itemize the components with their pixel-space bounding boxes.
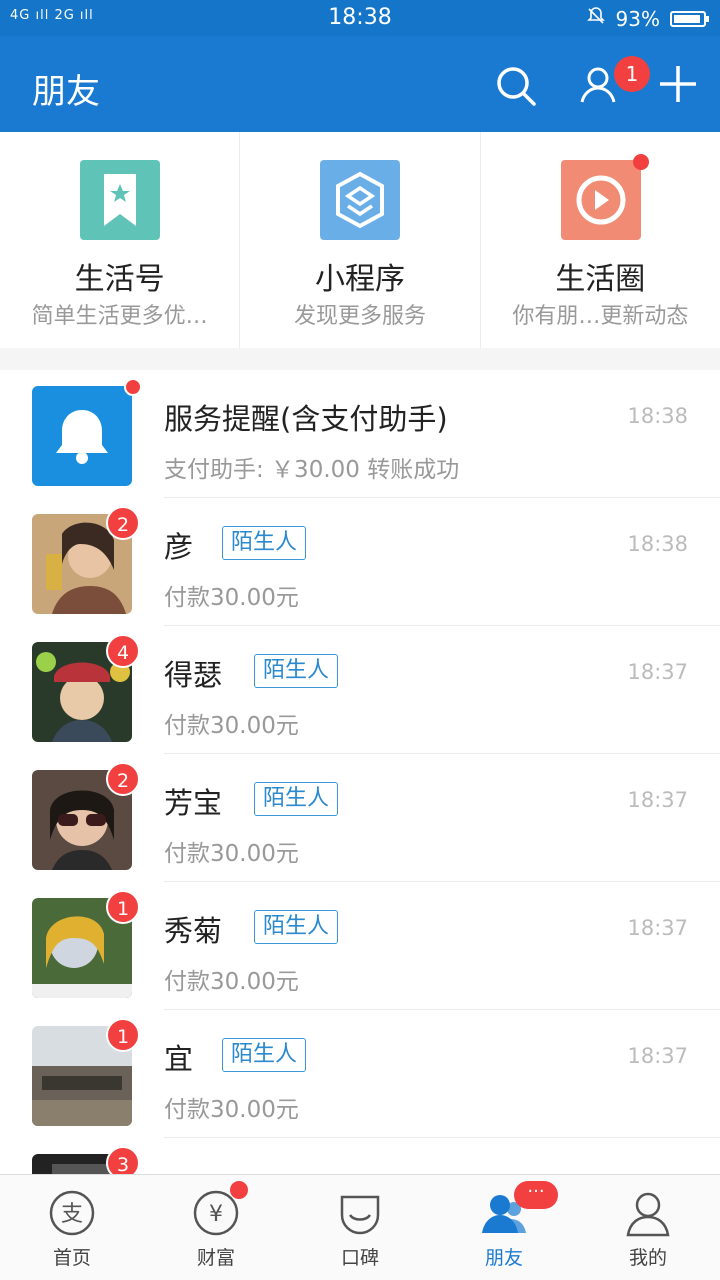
stranger-tag: 陌生人 [254, 910, 339, 944]
unread-count-badge: 1 [106, 1018, 140, 1052]
conversation-row[interactable]: 1 秀菊 陌生人 付款30.00元 18:37 [0, 882, 720, 1010]
conversation-time: 18:38 [627, 532, 688, 556]
status-right: 93% [586, 6, 709, 31]
stranger-tag: 陌生人 [254, 654, 339, 688]
stranger-tag: 陌生人 [254, 782, 339, 816]
conversation-row[interactable]: 1 宜 陌生人 付款30.00元 18:37 [0, 1010, 720, 1138]
alipay-icon: 支 [48, 1189, 96, 1237]
mute-icon [586, 6, 606, 31]
conversation-list: 服务提醒(含支付助手) 支付助手: ￥30.00 转账成功 18:38 2 彦 … [0, 370, 720, 1174]
tab-label: 财富 [196, 1247, 235, 1269]
status-bar: 4G ıll 2G ıll 18:38 93% [0, 0, 720, 36]
shortcut-panel: 生活号 简单生活更多优… 小程序 发现更多服务 生活圈 你有朋…更新动态 [0, 132, 720, 348]
shortcut-label: 生活圈 [555, 262, 646, 297]
unread-count-badge: 2 [106, 506, 140, 540]
unread-dot [124, 378, 142, 396]
svg-text:支: 支 [61, 1202, 83, 1227]
conversation-preview: 付款30.00元 [164, 841, 299, 867]
stranger-tag: 陌生人 [222, 526, 307, 560]
conversation-name: 宜 [164, 1042, 194, 1076]
notification-dot [632, 154, 649, 170]
conversation-name: 彦 [164, 530, 194, 564]
tab-wealth[interactable]: ¥ 财富 [144, 1175, 288, 1280]
unread-count-badge: 4 [106, 634, 140, 668]
tab-home[interactable]: 支 首页 [0, 1175, 144, 1280]
conversation-preview: 付款30.00元 [164, 585, 299, 611]
conversation-row[interactable]: 4 得瑟 陌生人 付款30.00元 18:37 [0, 626, 720, 754]
conversation-preview: 支付助手: ￥30.00 转账成功 [164, 457, 460, 483]
shortcut-subtitle: 发现更多服务 [293, 304, 426, 329]
shortcut-subtitle: 简单生活更多优… [31, 304, 208, 329]
conversation-time: 18:37 [627, 788, 688, 812]
svg-text:¥: ¥ [209, 1202, 223, 1227]
conversation-row[interactable]: 2 芳宝 陌生人 付款30.00元 18:37 [0, 754, 720, 882]
more-badge: ··· [514, 1181, 558, 1209]
notification-dot [230, 1181, 248, 1199]
shortcut-label: 小程序 [314, 262, 405, 297]
conversation-name: 秀菊 [164, 914, 223, 948]
tab-friends[interactable]: ··· 朋友 [432, 1175, 576, 1280]
unread-count-badge: 1 [106, 890, 140, 924]
tab-label: 我的 [628, 1247, 667, 1269]
plus-icon[interactable] [656, 62, 700, 106]
conversation-name: 芳宝 [164, 786, 223, 820]
koubei-icon [336, 1189, 384, 1237]
mini-program-icon [320, 160, 401, 240]
tab-mine[interactable]: 我的 [576, 1175, 720, 1280]
battery-percent: 93% [615, 6, 660, 31]
unread-count-badge: 3 [106, 1146, 140, 1174]
conversation-row[interactable]: 2 彦 陌生人 付款30.00元 18:38 [0, 498, 720, 626]
stranger-tag: 陌生人 [222, 1038, 307, 1072]
tab-label: 朋友 [484, 1247, 523, 1269]
play-circle-icon [560, 160, 641, 240]
conversation-name: 服务提醒(含支付助手) [164, 402, 448, 436]
conversation-row[interactable]: 服务提醒(含支付助手) 支付助手: ￥30.00 转账成功 18:38 [0, 370, 720, 498]
conversation-name: 得瑟 [164, 658, 223, 692]
bottom-tab-bar: 支 首页 ¥ 财富 口碑 ··· 朋友 我的 [0, 1174, 720, 1280]
bell-icon [32, 386, 132, 486]
bookmark-star-icon [80, 160, 160, 240]
person-icon [624, 1189, 672, 1237]
conversation-time: 18:37 [627, 916, 688, 940]
conversation-time: 18:38 [627, 404, 688, 428]
shortcut-life-account[interactable]: 生活号 简单生活更多优… [0, 132, 241, 348]
battery-icon [670, 10, 709, 27]
tab-label: 口碑 [340, 1247, 379, 1269]
conversation-preview: 付款30.00元 [164, 1097, 299, 1123]
conversation-preview: 付款30.00元 [164, 713, 299, 739]
shortcut-mini-program[interactable]: 小程序 发现更多服务 [240, 132, 481, 348]
unread-count-badge: 2 [106, 762, 140, 796]
shortcut-life-circle[interactable]: 生活圈 你有朋…更新动态 [481, 132, 720, 348]
conversation-row[interactable]: 3 [0, 1138, 720, 1174]
friend-request-badge: 1 [614, 56, 650, 92]
shortcut-label: 生活号 [74, 262, 165, 297]
conversation-time: 18:37 [627, 660, 688, 684]
tab-koubei[interactable]: 口碑 [288, 1175, 432, 1280]
shortcut-subtitle: 你有朋…更新动态 [512, 304, 689, 329]
tab-label: 首页 [52, 1247, 91, 1269]
conversation-preview: 付款30.00元 [164, 969, 299, 995]
search-icon[interactable] [494, 64, 538, 108]
app-header: 朋友 1 [0, 36, 720, 132]
page-title: 朋友 [32, 72, 100, 112]
conversation-time: 18:37 [627, 1044, 688, 1068]
